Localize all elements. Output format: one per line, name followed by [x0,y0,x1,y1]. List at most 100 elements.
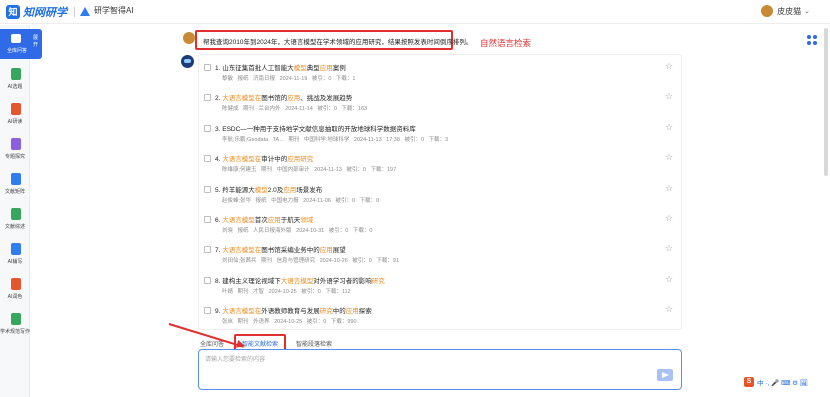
keyword-highlight: 领域 [300,217,314,224]
question-bubble: 帮我查询2010年到2024年，大语言模型在学术领域的应用研究，结果按照发表时间… [195,30,472,50]
star-icon[interactable]: ☆ [665,274,673,285]
keyword-highlight: 应用 [283,186,297,194]
star-icon[interactable]: ☆ [665,122,673,133]
result-title[interactable]: 2. 大语言模型在图书馆的应用、挑战及发展趋势 [215,92,352,102]
result-checkbox[interactable] [204,307,211,315]
result-row[interactable]: 1. 山东征集首批人工智能大模型典型应用案例黎敏 报纸 济南日报 2024-11… [199,57,681,87]
result-checkbox[interactable] [204,246,211,254]
sidebar-item-label: AI辅写 [7,259,23,265]
result-checkbox[interactable] [204,94,211,102]
sidebar-item-label: AI研读 [7,119,23,125]
keyword-highlight: 模型 [293,65,307,72]
send-button[interactable] [657,369,673,381]
sidebar: 全库问答 展开 AI选题 AI研读专题探究文献矩阵文献综述 AI辅写 AI润色学术规范… [0,25,42,397]
title-text: 图书馆采编业务中的 [261,247,320,255]
ime-toolbar[interactable]: S 中 ·, 🎤 ⌨ ⚙ 🖼 [744,376,826,388]
title-text: 首次 [254,217,268,224]
tab-2[interactable]: 智能段落检索 [296,339,332,348]
sidebar-item[interactable]: AI研读 [0,101,30,131]
title-text: 对外语学习者的影响 [313,277,372,285]
expand-toggle[interactable]: 展开 [33,35,39,49]
result-meta: 李航;乐鹏;Geodata TA... 期刊 中国科学:地球科学 2024-11… [222,136,449,143]
star-icon[interactable]: ☆ [665,61,673,72]
bot-avatar-icon [181,55,194,68]
star-icon[interactable]: ☆ [665,243,673,254]
result-checkbox[interactable] [204,155,211,163]
question-text: 帮我查询2010年到2024年，大语言模型在学术领域的应用研究，结果按照发表时间… [203,39,473,46]
sidebar-item[interactable]: AI辅写 [0,241,30,271]
sidebar-item-all-library-qa[interactable]: 全库问答 展开 [0,29,42,59]
sidebar-item[interactable]: 文献综述 [0,206,30,236]
result-title[interactable]: 9. 大语言模型在外语教师教育与发展研究中的应用探索 [215,305,372,315]
result-title[interactable]: 5. 羚羊能源大模型2.0及应用场景发布 [215,184,322,194]
result-row[interactable]: 8. 建构主义理论视域下大语言模型对外语学习者的影响研究叶婧 期刊 才智 202… [199,270,681,300]
keyword-highlight: 大语言模型在 [222,247,262,255]
sidebar-item-icon [11,278,21,290]
star-icon[interactable]: ☆ [665,213,673,224]
sidebar-item[interactable]: AI选题 [0,66,30,96]
sidebar-item[interactable]: 专题探究 [0,136,30,166]
result-row[interactable]: 9. 大语言模型在外语教师教育与发展研究中的应用探索张岚 期刊 外语界 2024… [199,300,681,329]
result-row[interactable]: 2. 大语言模型在图书馆的应用、挑战及发展趋势陈健成 期刊 兰台内外 2024-… [199,87,681,117]
result-checkbox[interactable] [204,276,211,284]
annotation-label: 自然语言检索 [480,38,532,48]
result-title[interactable]: 3. ESDC—一种用于支持地学文献信息抽取的开放地球科学数据资料库 [215,123,416,133]
query-input[interactable] [205,354,645,366]
app-logo[interactable]: 知 知网研学 [6,4,67,20]
result-checkbox[interactable] [204,216,211,223]
result-row[interactable]: 6. 大语言模型首次应用于航天领域 刘晓 报纸 人民日报海外版 2024-10-3… [199,209,681,239]
result-number: 7. [215,247,221,255]
keyword-highlight: 应用 [319,65,333,72]
keyword-highlight: 应用 [287,95,301,103]
result-row[interactable]: 4. 大语言模型在审计中的应用研究陈维康;何建玉 期刊 中国内部审计 2024-… [199,148,681,178]
result-row[interactable]: 3. ESDC—一种用于支持地学文献信息抽取的开放地球科学数据资料库李航;乐鹏;… [199,118,681,148]
result-checkbox[interactable] [204,124,211,132]
result-checkbox[interactable] [204,185,211,193]
star-icon[interactable]: ☆ [665,152,673,163]
title-text: 审计中的 [261,156,288,164]
result-checkbox[interactable] [204,64,211,71]
apps-grid-icon[interactable] [807,35,819,47]
title-text: 探索 [358,308,372,316]
result-row[interactable]: 5. 羚羊能源大模型2.0及应用场景发布赵俊峰;张华 报纸 中国电力报 2024… [199,179,681,209]
result-meta: 黎敏 报纸 济南日报 2024-11-19 被引：0 下载：1 [222,76,356,82]
result-meta: 张岚 期刊 外语界 2024-10-25 被引：0 下载：990 [222,319,357,326]
user-menu[interactable]: 皮皮猫 ⌄ [761,5,810,17]
ai-logo-icon [80,6,90,16]
sub-logo[interactable]: 研学智得AI [80,5,134,16]
result-meta: 陈维康;何建玉 期刊 中国内部审计 2024-11-13 被引：0 下载：197 [222,167,397,174]
sidebar-item[interactable]: 学术规范写作 [0,311,30,341]
title-text: 场景发布 [296,186,323,194]
result-meta: 叶婧 期刊 才智 2024-10-25 被引：0 下载：112 [222,288,351,295]
logo-divider [74,7,75,17]
title-text: 图书馆的 [261,95,288,103]
sidebar-item[interactable]: 文献矩阵 [0,171,30,201]
chat-icon [11,34,21,43]
result-meta: 刘田仙;张茜兵 期刊 信息与管理研究 2024-10-26 被引：0 下载：91 [222,258,399,265]
title-text: 建构主义理论视域下 [222,277,281,285]
result-title[interactable]: 4. 大语言模型在审计中的应用研究 [215,153,313,163]
result-title[interactable]: 7. 大语言模型在图书馆采编业务中的应用展望 [215,244,346,254]
result-number: 4. [215,156,221,164]
title-text: 中的 [332,308,346,316]
sidebar-item-label: 全库问答 [6,48,27,54]
title-text: 外语教师教育与发展 [261,308,320,316]
star-icon[interactable]: ☆ [665,304,673,315]
result-number: 8. [215,277,221,285]
result-title[interactable]: 8. 建构主义理论视域下大语言模型对外语学习者的影响研究 [215,275,385,285]
star-icon[interactable]: ☆ [665,91,673,102]
keyword-highlight: 应用 [345,308,359,316]
page-scrollbar[interactable] [824,28,828,176]
result-title[interactable]: 6. 大语言模型首次应用于航天领域 [215,214,313,224]
sidebar-item-label: 学术规范写作 [0,329,31,335]
result-title[interactable]: 1. 山东征集首批人工智能大模型典型应用案例 [215,62,346,72]
sidebar-item[interactable]: AI润色 [0,276,30,306]
star-icon[interactable]: ☆ [665,183,673,194]
keyword-highlight: 应用研究 [287,156,314,164]
result-row[interactable]: 7. 大语言模型在图书馆采编业务中的应用展望刘田仙;张茜兵 期刊 信息与管理研究… [199,239,681,269]
title-text: 山东征集首批人工智能大 [222,65,294,72]
user-name: 皮皮猫 [777,6,802,16]
result-number: 1. [215,65,221,72]
result-meta: 赵俊峰;张华 报纸 中国电力报 2024-11-06 被引：0 下载：0 [222,197,380,204]
result-meta: 陈健成 期刊 兰台内外 2024-11-14 被引：0 下载：163 [222,106,368,113]
